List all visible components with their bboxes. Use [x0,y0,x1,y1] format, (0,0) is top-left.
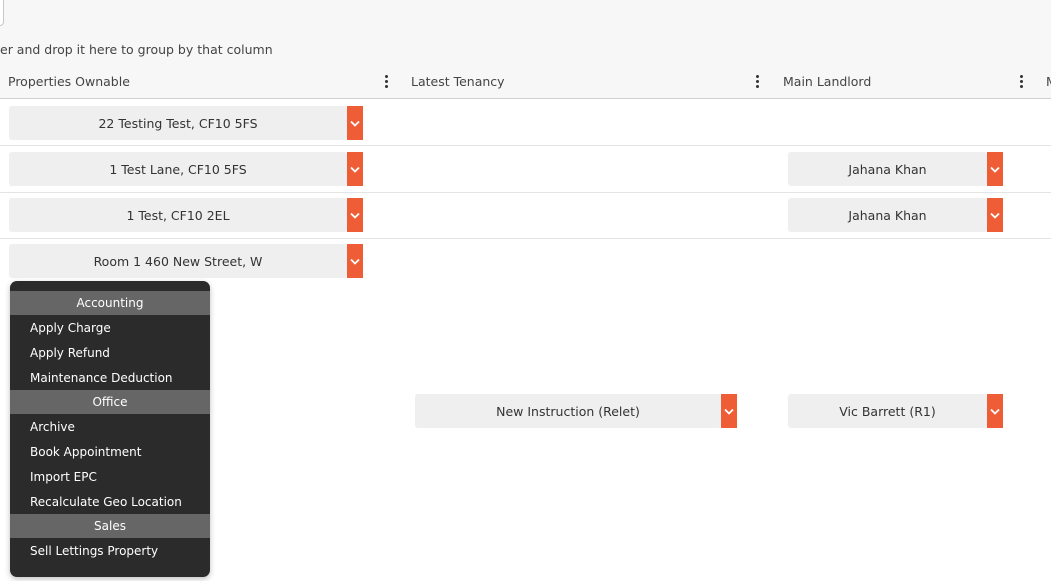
chevron-down-icon[interactable] [987,152,1003,186]
landlord-select[interactable]: Jahana Khan [788,152,987,186]
row-divider [0,145,1051,146]
menu-item-recalculate-geo-location[interactable]: Recalculate Geo Location [10,489,210,514]
kebab-icon[interactable] [754,75,760,91]
group-by-hint: er and drop it here to group by that col… [0,42,273,57]
property-select[interactable]: Room 1 460 New Street, W [9,244,347,278]
chevron-down-icon[interactable] [347,244,363,278]
context-menu: Accounting Apply Charge Apply Refund Mai… [10,281,210,577]
menu-section-accounting: Accounting [10,291,210,315]
kebab-icon[interactable] [383,75,389,91]
chevron-down-icon[interactable] [347,106,363,140]
menu-item-sell-lettings-property[interactable]: Sell Lettings Property [10,538,210,563]
menu-item-archive[interactable]: Archive [10,414,210,439]
menu-item-import-epc[interactable]: Import EPC [10,464,210,489]
menu-section-office: Office [10,390,210,414]
chevron-down-icon[interactable] [347,152,363,186]
tenancy-select[interactable]: New Instruction (Relet) [415,394,721,428]
column-header-latest-tenancy[interactable]: Latest Tenancy [411,74,505,92]
toolbar-control[interactable] [0,0,4,26]
chevron-down-icon[interactable] [987,394,1003,428]
chevron-down-icon[interactable] [347,198,363,232]
row-divider [0,192,1051,193]
row-divider [0,238,1051,239]
property-select[interactable]: 1 Test Lane, CF10 5FS [9,152,347,186]
menu-item-apply-refund[interactable]: Apply Refund [10,340,210,365]
header-divider [0,98,1051,99]
chevron-down-icon[interactable] [987,198,1003,232]
property-select[interactable]: 1 Test, CF10 2EL [9,198,347,232]
property-select[interactable]: 22 Testing Test, CF10 5FS [9,106,347,140]
kebab-icon[interactable] [1018,75,1024,91]
menu-section-sales: Sales [10,514,210,538]
column-header-main-landlord[interactable]: Main Landlord [783,74,871,92]
menu-spacer [10,281,210,291]
landlord-select[interactable]: Jahana Khan [788,198,987,232]
menu-item-apply-charge[interactable]: Apply Charge [10,315,210,340]
column-header-next[interactable]: M [1046,74,1051,92]
menu-item-book-appointment[interactable]: Book Appointment [10,439,210,464]
landlord-select[interactable]: Vic Barrett (R1) [788,394,987,428]
column-header-properties-ownable[interactable]: Properties Ownable [8,74,130,92]
chevron-down-icon[interactable] [721,394,737,428]
menu-item-maintenance-deduction[interactable]: Maintenance Deduction [10,365,210,390]
